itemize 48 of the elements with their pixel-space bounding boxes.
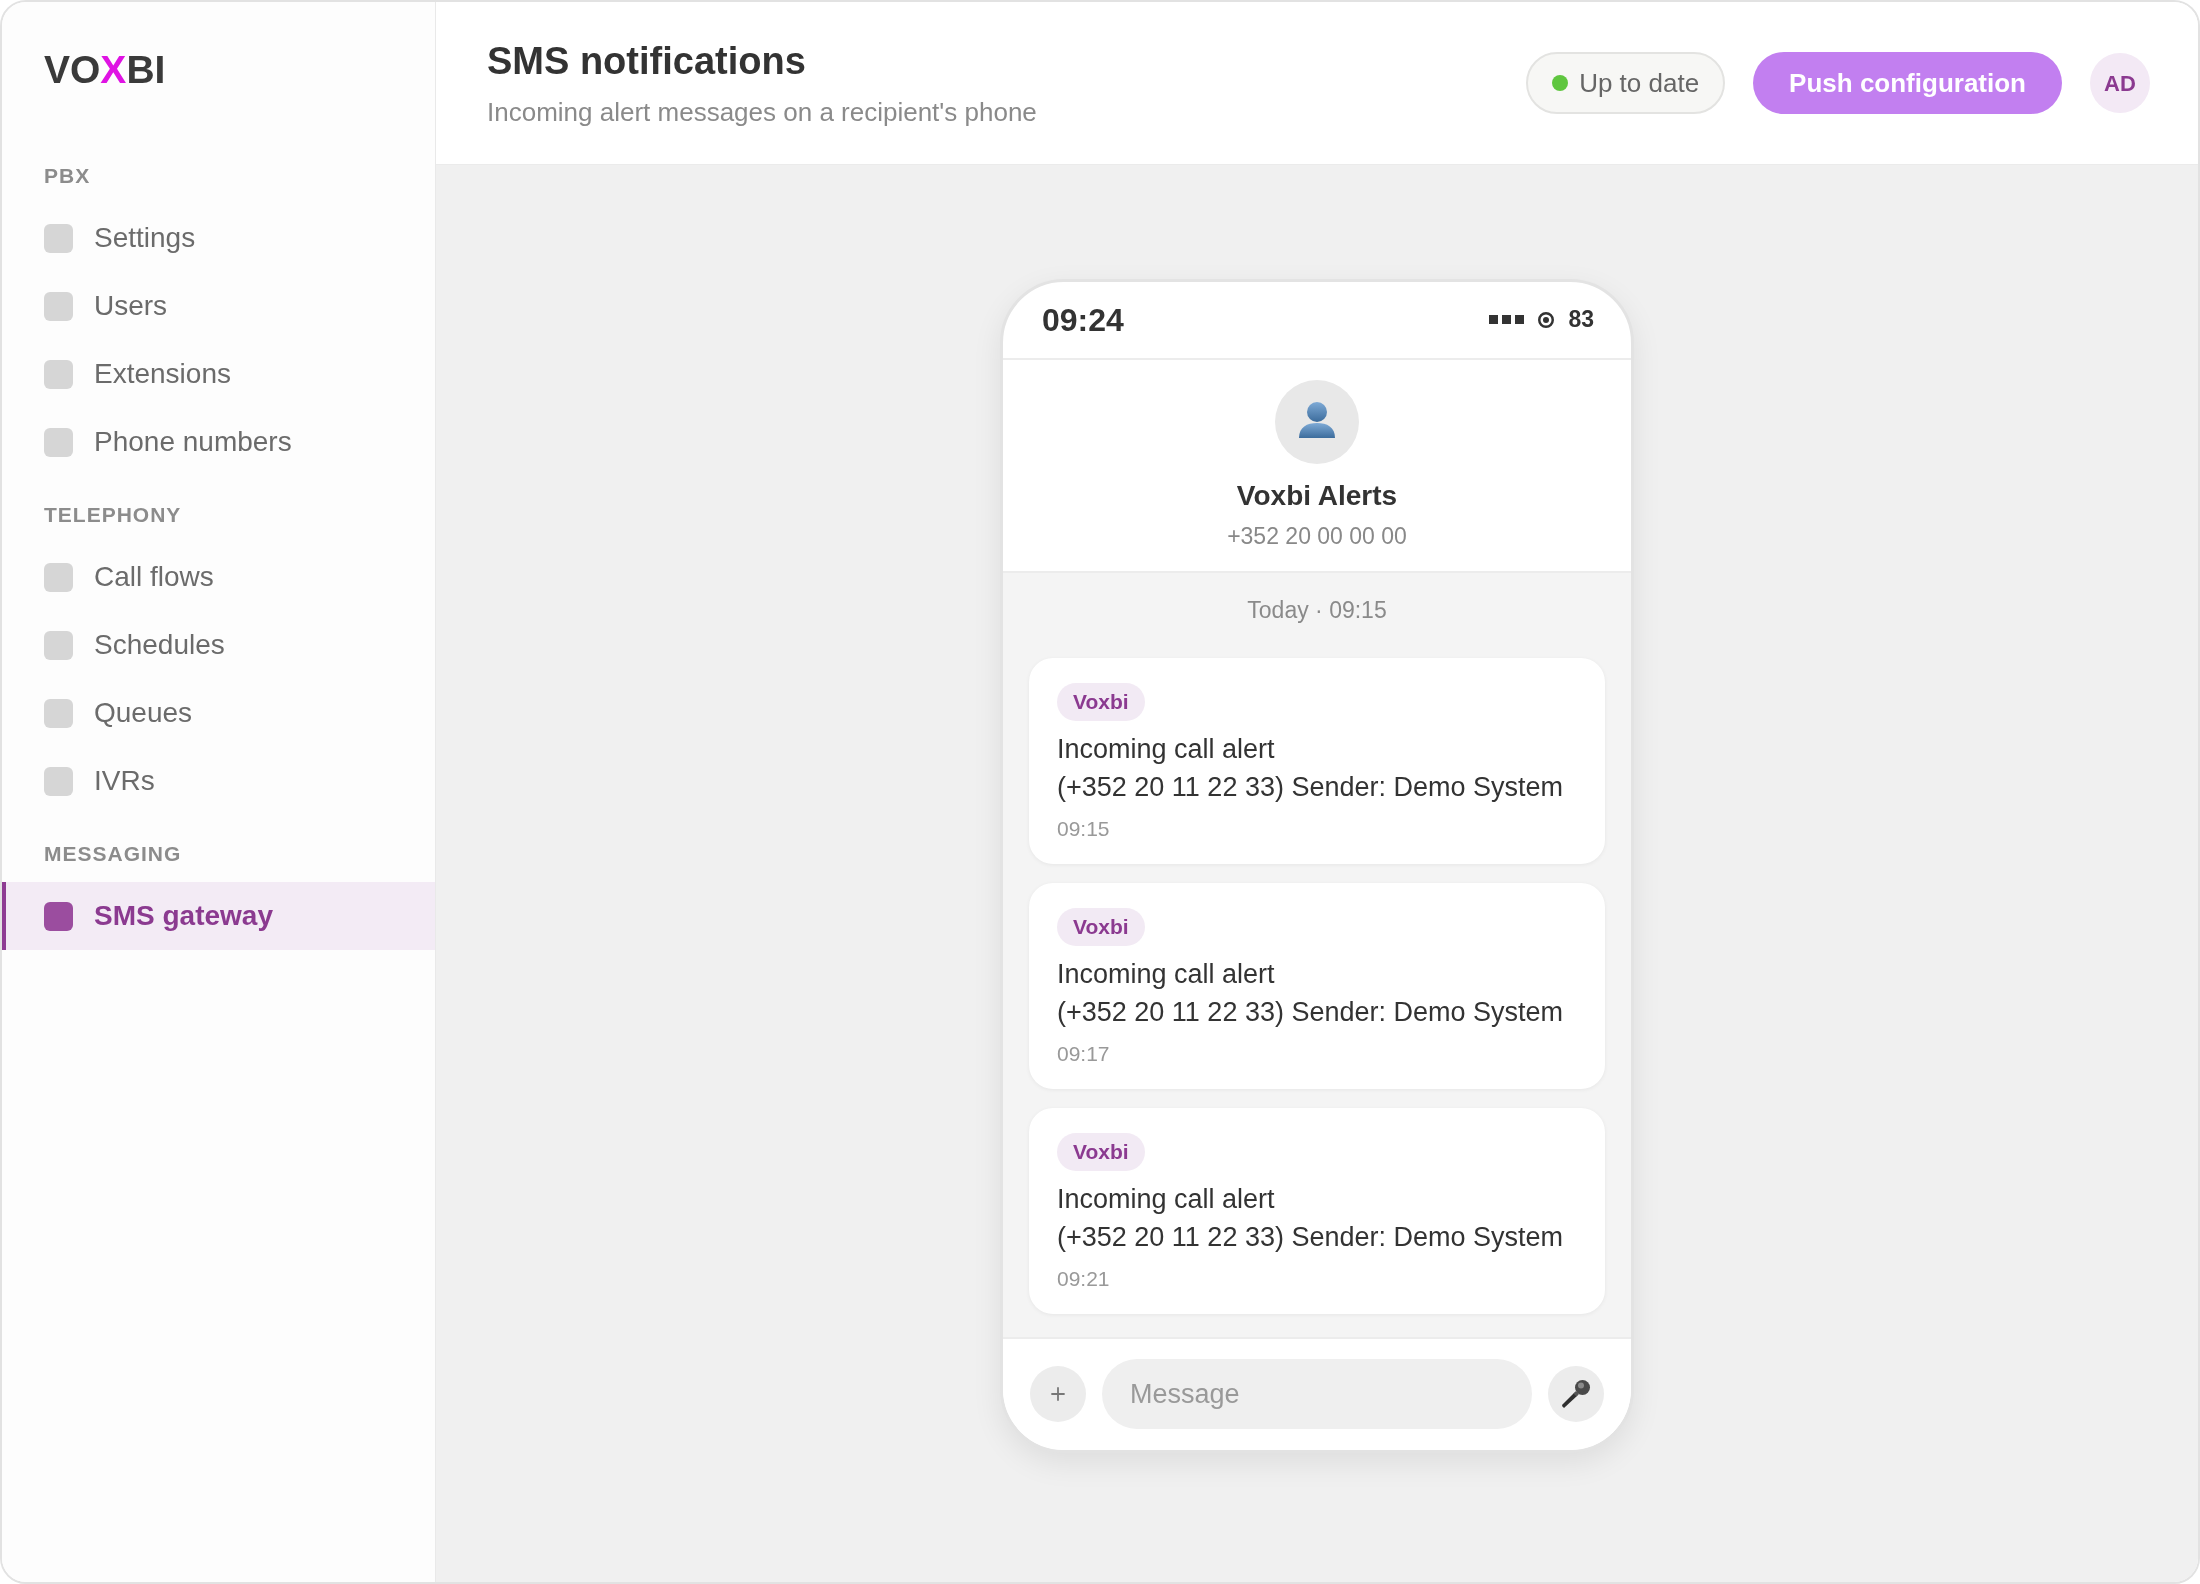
message-text: Incoming call alert (+352 20 11 22 33) Sender: Demo System: [1057, 1182, 1564, 1254]
message-text: Incoming call alert (+352 20 11 22 33) Sender: Demo System: [1057, 732, 1564, 804]
logo: VOXBI: [44, 50, 166, 89]
sender-tag: Voxbi: [1057, 682, 1145, 721]
sender-tag: Voxbi: [1057, 1132, 1145, 1171]
push-configuration-button[interactable]: Push configuration: [1753, 52, 2062, 114]
page-title: SMS notifications: [487, 38, 807, 83]
nav-item[interactable]: Extensions: [2, 340, 435, 408]
message-text: Incoming call alert (+352 20 11 22 33) Sender: Demo System: [1057, 957, 1564, 1029]
circle-dot-icon: [1538, 311, 1555, 328]
user-avatar[interactable]: AD: [2090, 53, 2150, 113]
message-input[interactable]: Message: [1102, 1359, 1532, 1429]
section-label: MESSAGING: [44, 841, 182, 868]
square-icon: [44, 562, 73, 592]
microphone-icon: [1561, 1379, 1591, 1409]
nav-item[interactable]: Schedules: [2, 611, 435, 679]
nav-item[interactable]: Phone numbers: [2, 408, 435, 476]
square-icon: [44, 223, 73, 253]
square-icon: [44, 359, 73, 389]
nav-item[interactable]: Users: [2, 272, 435, 340]
plus-icon: [1051, 1387, 1065, 1401]
nav-item[interactable]: IVRs: [2, 747, 435, 815]
battery-level: 83: [1568, 305, 1594, 335]
message-time: 09:15: [1057, 815, 1110, 842]
square-icon: [44, 901, 73, 931]
square-icon: [44, 427, 73, 457]
contact-name: Voxbi Alerts: [1236, 478, 1398, 513]
page-subtitle: Incoming alert messages on a recipient's phone: [487, 95, 1037, 128]
nav-item[interactable]: SMS gateway: [2, 882, 435, 950]
square-icon: [44, 630, 73, 660]
square-icon: [44, 291, 73, 321]
status-time: 09:24: [1042, 300, 1124, 340]
message-time: 09:17: [1057, 1040, 1110, 1067]
square-icon: [44, 766, 73, 796]
section-label: PBX: [44, 163, 91, 190]
sender-tag: Voxbi: [1057, 907, 1145, 946]
person-avatar-icon: [1275, 379, 1359, 464]
status-label: Up to date: [1579, 66, 1700, 100]
nav-item[interactable]: Settings: [2, 204, 435, 272]
contact-number: +352 20 00 00 00: [1227, 521, 1407, 551]
day-separator: Today · 09:15: [1247, 595, 1387, 624]
square-icon: [44, 698, 73, 728]
message-time: 09:21: [1057, 1265, 1110, 1292]
section-label: TELEPHONY: [44, 502, 182, 529]
nav-item[interactable]: Queues: [2, 679, 435, 747]
nav-item[interactable]: Call flows: [2, 543, 435, 611]
dots-icon: [1489, 315, 1525, 324]
microphone-button[interactable]: [1548, 1366, 1604, 1422]
